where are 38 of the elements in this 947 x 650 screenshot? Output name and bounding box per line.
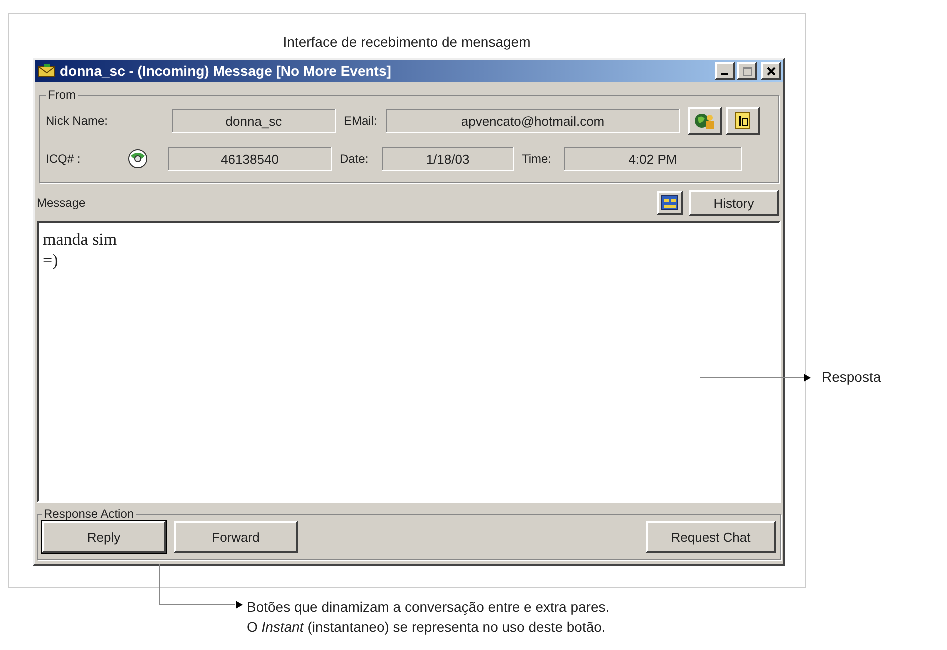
close-button[interactable] [761,62,781,80]
group-legend: Response Action [42,507,136,521]
date-field: 1/18/03 [382,147,514,171]
envelope-icon [38,64,56,78]
message-line: manda sim [43,229,118,250]
field-label: Date: [340,152,370,166]
figure-caption: Interface de recebimento de mensagem [282,34,532,52]
history-button[interactable]: History [689,190,779,216]
minimize-button[interactable] [715,62,735,80]
field-label: EMail: [344,114,378,128]
nickname-field: donna_sc [172,109,336,133]
window-title: donna_sc - (Incoming) Message [No More Events] [60,63,392,79]
field-label: Time: [522,152,553,166]
icq-number-field: 46138540 [168,147,332,171]
response-button[interactable]: Reply [42,521,166,553]
message-text-area[interactable]: manda sim =) [37,221,781,503]
user-details-button[interactable] [688,107,722,135]
close-icon [766,66,776,76]
maximize-icon [742,66,752,76]
view-button[interactable] [657,191,683,215]
window-grid-icon [661,195,679,211]
annotation-text: Resposta [822,369,882,385]
time-field: 4:02 PM [564,147,742,171]
annotation-text: O Instant (instantaneo) se representa no uso deste botão. [247,618,607,637]
flower-icon [126,148,150,170]
response-button[interactable]: Forward [174,521,298,553]
response-button[interactable]: Request Chat [646,521,776,553]
field-label: Nick Name: [46,114,110,128]
user-info-button[interactable] [726,107,760,135]
message-label: Message [37,196,86,210]
annotation-text: Botões que dinamizam a conversação entre e extra pares. [247,598,610,617]
message-line: =) [43,250,60,271]
email-field: apvencato@hotmail.com [386,109,680,133]
globe-person-icon [694,112,716,130]
field-label: ICQ# : [46,152,82,166]
maximize-button[interactable] [737,62,757,80]
group-legend: From [46,88,78,102]
info-card-icon [734,112,752,130]
